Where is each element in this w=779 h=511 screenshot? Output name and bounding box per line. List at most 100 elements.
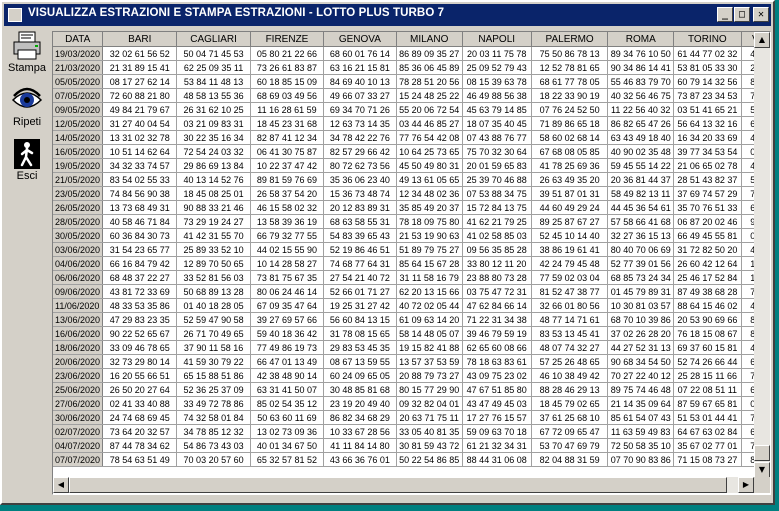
draw-numbers-cell[interactable]: 73 29 19 24 27 bbox=[176, 214, 251, 229]
draw-numbers-cell[interactable]: 74 84 56 90 38 bbox=[102, 186, 178, 201]
draw-numbers-cell[interactable]: 39 77 34 53 54 bbox=[673, 144, 742, 159]
row-date-cell[interactable]: 05/05/2020 bbox=[53, 74, 104, 89]
draw-numbers-cell[interactable]: 13 73 68 49 31 bbox=[102, 200, 178, 215]
draw-numbers-cell[interactable]: 50 22 54 86 85 bbox=[396, 452, 463, 467]
row-date-cell[interactable]: 16/05/2020 bbox=[53, 144, 104, 159]
draw-numbers-cell[interactable]: 68 60 01 76 14 bbox=[323, 46, 397, 61]
table-row[interactable]: 07/07/2020 78 54 63 51 49 70 03 20 57 60 65… bbox=[53, 452, 770, 467]
draw-numbers-cell[interactable]: 41 78 25 69 36 bbox=[531, 158, 609, 173]
row-date-cell[interactable]: 26/05/2020 bbox=[53, 200, 104, 215]
draw-numbers-cell[interactable]: 78 18 09 75 80 bbox=[396, 214, 463, 229]
draw-numbers-cell[interactable]: 20 01 59 65 83 bbox=[462, 158, 532, 173]
column-header[interactable]: BARI bbox=[102, 32, 178, 47]
draw-numbers-cell[interactable]: 60 18 85 15 09 bbox=[250, 74, 324, 89]
draw-numbers-cell[interactable]: 89 81 59 76 69 bbox=[250, 172, 324, 187]
draw-numbers-cell[interactable]: 88 44 31 06 08 bbox=[462, 452, 532, 467]
draw-numbers-cell[interactable]: 25 09 52 79 43 bbox=[462, 60, 532, 75]
draw-numbers-cell[interactable]: 69 37 60 15 81 bbox=[673, 340, 742, 355]
draw-numbers-cell[interactable]: 52 36 25 37 09 bbox=[176, 382, 251, 397]
table-row[interactable]: 21/03/2020 21 31 89 15 41 62 25 09 35 11 73… bbox=[53, 60, 770, 75]
row-date-cell[interactable]: 12/05/2020 bbox=[53, 116, 104, 131]
draw-numbers-cell[interactable]: 15 24 48 25 22 bbox=[396, 88, 463, 103]
row-date-cell[interactable]: 23/05/2020 bbox=[53, 186, 104, 201]
row-date-cell[interactable]: 07/07/2020 bbox=[53, 452, 104, 467]
draw-numbers-cell[interactable]: 90 68 34 54 50 bbox=[607, 354, 675, 369]
draw-numbers-cell[interactable]: 81 52 47 38 77 bbox=[531, 284, 609, 299]
draw-numbers-cell[interactable]: 90 34 86 14 41 bbox=[607, 60, 675, 75]
draws-grid[interactable]: DATA BARI CAGLIARI FIRENZE GENOVA MILANO NAPOL… bbox=[52, 31, 771, 495]
draw-numbers-cell[interactable]: 37 61 25 68 10 bbox=[531, 410, 609, 425]
draw-numbers-cell[interactable]: 71 89 86 65 18 bbox=[531, 116, 609, 131]
draw-numbers-cell[interactable]: 20 36 81 44 37 bbox=[607, 172, 675, 187]
draw-numbers-cell[interactable]: 35 85 49 20 37 bbox=[396, 200, 463, 215]
draw-numbers-cell[interactable]: 20 88 79 73 27 bbox=[396, 368, 463, 383]
draw-numbers-cell[interactable]: 17 27 76 15 57 bbox=[462, 410, 532, 425]
draw-numbers-cell[interactable]: 52 66 01 71 27 bbox=[323, 284, 397, 299]
draw-numbers-cell[interactable]: 72 54 24 03 32 bbox=[176, 144, 251, 159]
draw-numbers-cell[interactable]: 20 53 90 69 66 bbox=[673, 312, 742, 327]
draw-numbers-cell[interactable]: 87 44 78 34 62 bbox=[102, 438, 178, 453]
draw-numbers-cell[interactable]: 32 73 29 80 14 bbox=[102, 354, 178, 369]
vertical-scrollbar[interactable]: ▲ ▼ bbox=[754, 32, 770, 478]
draw-numbers-cell[interactable]: 71 22 31 34 38 bbox=[462, 312, 532, 327]
draw-numbers-cell[interactable]: 44 02 15 55 90 bbox=[250, 242, 324, 257]
draw-numbers-cell[interactable]: 03 44 46 85 27 bbox=[396, 116, 463, 131]
draw-numbers-cell[interactable]: 15 36 73 48 74 bbox=[323, 186, 397, 201]
draw-numbers-cell[interactable]: 86 89 09 35 27 bbox=[396, 46, 463, 61]
row-date-cell[interactable]: 07/05/2020 bbox=[53, 88, 104, 103]
draw-numbers-cell[interactable]: 90 22 52 65 67 bbox=[102, 326, 178, 341]
draw-numbers-cell[interactable]: 87 49 38 68 28 bbox=[673, 284, 742, 299]
draw-numbers-cell[interactable]: 13 31 02 32 78 bbox=[102, 130, 178, 145]
draw-numbers-cell[interactable]: 02 41 33 40 88 bbox=[102, 396, 178, 411]
draw-numbers-cell[interactable]: 21 53 19 90 63 bbox=[396, 228, 463, 243]
draw-numbers-cell[interactable]: 19 25 31 27 42 bbox=[323, 298, 397, 313]
draw-numbers-cell[interactable]: 66 47 01 13 49 bbox=[250, 354, 324, 369]
draw-numbers-cell[interactable]: 82 87 41 12 34 bbox=[250, 130, 324, 145]
minimize-button[interactable]: _ bbox=[717, 7, 733, 22]
draw-numbers-cell[interactable]: 52 77 39 01 56 bbox=[607, 256, 675, 271]
draw-numbers-cell[interactable]: 27 54 21 40 72 bbox=[323, 270, 397, 285]
draw-numbers-cell[interactable]: 75 70 32 30 64 bbox=[462, 144, 532, 159]
draw-numbers-cell[interactable]: 41 59 30 79 22 bbox=[176, 354, 251, 369]
draw-numbers-cell[interactable]: 88 28 46 29 13 bbox=[531, 382, 609, 397]
row-date-cell[interactable]: 19/05/2020 bbox=[53, 158, 104, 173]
title-bar[interactable]: VISUALIZZA ESTRAZIONI E STAMPA ESTRAZION… bbox=[4, 4, 771, 26]
draw-numbers-cell[interactable]: 52 74 26 66 44 bbox=[673, 354, 742, 369]
draw-numbers-cell[interactable]: 56 60 84 13 15 bbox=[323, 312, 397, 327]
draw-numbers-cell[interactable]: 63 16 21 15 81 bbox=[323, 60, 397, 75]
draw-numbers-cell[interactable]: 67 09 35 47 64 bbox=[250, 298, 324, 313]
draw-numbers-cell[interactable]: 80 40 70 06 69 bbox=[607, 242, 675, 257]
table-row[interactable]: 25/06/2020 26 50 20 27 64 52 36 25 37 09 63… bbox=[53, 382, 770, 397]
draw-numbers-cell[interactable]: 55 20 06 72 54 bbox=[396, 102, 463, 117]
draw-numbers-cell[interactable]: 50 68 89 13 28 bbox=[176, 284, 251, 299]
row-date-cell[interactable]: 20/06/2020 bbox=[53, 354, 104, 369]
draw-numbers-cell[interactable]: 63 31 41 50 07 bbox=[250, 382, 324, 397]
draw-numbers-cell[interactable]: 77 49 86 19 73 bbox=[250, 340, 324, 355]
draw-numbers-cell[interactable]: 08 67 13 59 55 bbox=[323, 354, 397, 369]
table-row[interactable]: 03/06/2020 31 54 23 65 77 25 89 33 52 10 44… bbox=[53, 242, 770, 257]
draw-numbers-cell[interactable]: 70 03 20 57 60 bbox=[176, 452, 251, 467]
draw-numbers-cell[interactable]: 72 60 88 21 80 bbox=[102, 88, 178, 103]
draw-numbers-cell[interactable]: 59 45 55 14 22 bbox=[607, 158, 675, 173]
row-date-cell[interactable]: 02/07/2020 bbox=[53, 424, 104, 439]
column-header[interactable]: CAGLIARI bbox=[176, 32, 251, 47]
draw-numbers-cell[interactable]: 16 34 20 33 69 bbox=[673, 130, 742, 145]
draw-numbers-cell[interactable]: 21 31 89 15 41 bbox=[102, 60, 178, 75]
draw-numbers-cell[interactable]: 41 02 58 85 03 bbox=[462, 228, 532, 243]
draw-numbers-cell[interactable]: 15 72 84 13 75 bbox=[462, 200, 532, 215]
draw-numbers-cell[interactable]: 42 24 79 45 48 bbox=[531, 256, 609, 271]
draw-numbers-cell[interactable]: 40 32 56 46 75 bbox=[607, 88, 675, 103]
draw-numbers-cell[interactable]: 33 80 12 11 20 bbox=[462, 256, 532, 271]
draw-numbers-cell[interactable]: 54 86 73 43 03 bbox=[176, 438, 251, 453]
table-row[interactable]: 04/06/2020 66 16 84 79 42 12 89 70 50 65 10… bbox=[53, 256, 770, 271]
row-date-cell[interactable]: 09/06/2020 bbox=[53, 284, 104, 299]
draw-numbers-cell[interactable]: 59 09 63 70 18 bbox=[462, 424, 532, 439]
draw-numbers-cell[interactable]: 82 04 88 31 59 bbox=[531, 452, 609, 467]
draw-numbers-cell[interactable]: 71 15 08 73 27 bbox=[673, 452, 742, 467]
draw-numbers-cell[interactable]: 26 31 62 10 25 bbox=[176, 102, 251, 117]
draw-numbers-cell[interactable]: 31 27 40 04 54 bbox=[102, 116, 178, 131]
column-header[interactable]: FIRENZE bbox=[250, 32, 324, 47]
draw-numbers-cell[interactable]: 85 36 06 45 89 bbox=[396, 60, 463, 75]
draw-numbers-cell[interactable]: 87 59 67 65 81 bbox=[673, 396, 742, 411]
draw-numbers-cell[interactable]: 23 88 80 73 28 bbox=[462, 270, 532, 285]
